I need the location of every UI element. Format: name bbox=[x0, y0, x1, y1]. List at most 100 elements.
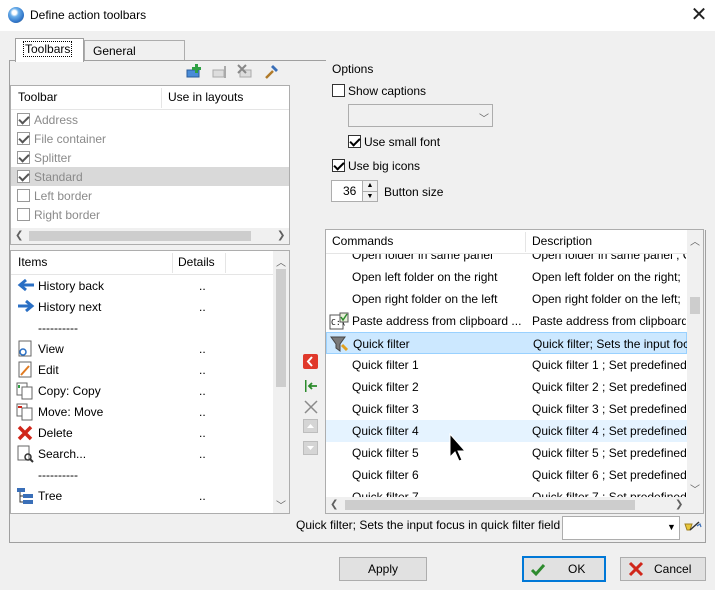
item-row[interactable]: Search..... bbox=[11, 444, 273, 465]
command-description: Quick filter 4 ; Set predefined bbox=[532, 424, 686, 438]
item-label: Edit bbox=[38, 363, 59, 377]
command-row[interactable]: Open right folder on the left Open right … bbox=[326, 288, 687, 310]
command-row[interactable]: Quick filter 4 Quick filter 4 ; Set prede… bbox=[326, 420, 687, 442]
move-down-icon[interactable] bbox=[303, 441, 318, 455]
toolbar-row[interactable]: Standard bbox=[11, 167, 289, 186]
item-details: .. bbox=[199, 405, 206, 419]
command-description: Paste address from clipboard bbox=[532, 314, 686, 328]
spin-up-icon[interactable]: ▲ bbox=[362, 181, 377, 191]
item-row[interactable]: ---------- bbox=[11, 465, 273, 486]
scroll-thumb[interactable] bbox=[345, 500, 635, 510]
command-row[interactable]: Quick filter 3 Quick filter 3 ; Set prede… bbox=[326, 398, 687, 420]
item-row[interactable]: Edit.. bbox=[11, 360, 273, 381]
column-toolbar[interactable]: Toolbar bbox=[18, 90, 57, 104]
item-row[interactable]: History back.. bbox=[11, 276, 273, 297]
column-items[interactable]: Items bbox=[18, 255, 47, 269]
spin-down-icon[interactable]: ▼ bbox=[362, 191, 377, 201]
add-toolbar-icon[interactable] bbox=[186, 64, 202, 80]
toolbar-list-hscrollbar[interactable]: ❮ ❯ bbox=[11, 228, 289, 244]
scroll-thumb[interactable] bbox=[29, 231, 251, 241]
scroll-up-icon[interactable]: ︿ bbox=[276, 254, 286, 269]
scroll-up-icon[interactable]: ︿ bbox=[690, 233, 700, 248]
toolbar-row[interactable]: Left border bbox=[11, 186, 289, 205]
command-row[interactable]: Quick filter Quick filter; Sets the input… bbox=[326, 332, 687, 354]
toolbar-checkbox[interactable] bbox=[17, 208, 30, 221]
scroll-thumb[interactable] bbox=[276, 269, 286, 387]
command-description: Quick filter 7 ; Set predefined bbox=[532, 490, 686, 497]
shortcut-select[interactable]: ▼ bbox=[562, 516, 680, 540]
caption-style-select[interactable]: ﹀ bbox=[348, 104, 493, 127]
show-captions-label: Show captions bbox=[348, 84, 427, 98]
move-up-icon[interactable] bbox=[303, 419, 318, 433]
view-icon bbox=[16, 340, 34, 361]
scroll-down-icon[interactable]: ﹀ bbox=[276, 497, 286, 512]
column-use-in-layouts[interactable]: Use in layouts bbox=[168, 90, 243, 104]
use-big-icons-label: Use big icons bbox=[348, 159, 421, 173]
rename-toolbar-icon[interactable] bbox=[212, 64, 228, 80]
tab-general-options[interactable]: General options bbox=[84, 40, 185, 72]
scroll-right-icon[interactable]: ❯ bbox=[675, 499, 683, 510]
toolbar-checkbox[interactable] bbox=[17, 132, 30, 145]
column-description[interactable]: Description bbox=[532, 234, 592, 248]
command-row[interactable]: Quick filter 1 Quick filter 1 ; Set prede… bbox=[326, 354, 687, 376]
keyboard-wand-icon[interactable] bbox=[684, 520, 702, 536]
command-description: Quick filter 3 ; Set predefined bbox=[532, 402, 686, 416]
toolbar-row[interactable]: Splitter bbox=[11, 148, 289, 167]
scroll-left-icon[interactable]: ❮ bbox=[330, 499, 338, 510]
item-row[interactable]: Move: Move.. bbox=[11, 402, 273, 423]
item-row[interactable]: Delete.. bbox=[11, 423, 273, 444]
column-details[interactable]: Details bbox=[178, 255, 215, 269]
insert-separator-icon[interactable] bbox=[303, 378, 319, 394]
commands-list-hscrollbar[interactable]: ❮ ❯ bbox=[326, 497, 687, 513]
toolbar-checkbox[interactable] bbox=[17, 170, 30, 183]
toolbar-checkbox[interactable] bbox=[17, 113, 30, 126]
use-small-font-checkbox[interactable] bbox=[348, 135, 361, 148]
command-row[interactable]: Open folder in same panel Open folder in … bbox=[326, 254, 687, 266]
toolbar-row[interactable]: Address bbox=[11, 110, 289, 129]
delete-toolbar-icon[interactable] bbox=[237, 64, 253, 80]
commands-list-vscrollbar[interactable]: ︿ ﹀ bbox=[687, 230, 703, 497]
scroll-down-icon[interactable]: ﹀ bbox=[690, 481, 700, 496]
command-label: Quick filter 2 bbox=[352, 380, 419, 394]
toolbar-checkbox[interactable] bbox=[17, 189, 30, 202]
item-label: Move: Move bbox=[38, 405, 104, 419]
command-description: Quick filter 1 ; Set predefined bbox=[532, 358, 686, 372]
hammer-icon[interactable] bbox=[263, 64, 279, 80]
scroll-left-icon[interactable]: ❮ bbox=[15, 230, 23, 241]
button-size-spinner[interactable]: 36 ▲ ▼ bbox=[331, 180, 378, 202]
ok-button[interactable]: OK bbox=[522, 556, 606, 582]
items-list-vscrollbar[interactable]: ︿ ﹀ bbox=[273, 251, 289, 513]
toolbar-row[interactable]: File container bbox=[11, 129, 289, 148]
chevron-down-icon: ﹀ bbox=[479, 114, 489, 125]
apply-button[interactable]: Apply bbox=[339, 557, 427, 581]
command-label: Quick filter 1 bbox=[352, 358, 419, 372]
toolbar-checkbox[interactable] bbox=[17, 151, 30, 164]
command-row[interactable]: Quick filter 2 Quick filter 2 ; Set prede… bbox=[326, 376, 687, 398]
scroll-right-icon[interactable]: ❯ bbox=[277, 230, 285, 241]
command-row[interactable]: Quick filter 7 Quick filter 7 ; Set prede… bbox=[326, 486, 687, 497]
scroll-thumb[interactable] bbox=[690, 297, 700, 314]
item-row[interactable]: Copy: Copy.. bbox=[11, 381, 273, 402]
command-row[interactable]: C:\ Paste address from clipboard ... Paste… bbox=[326, 310, 687, 332]
commands-list-header: Commands Description bbox=[326, 230, 687, 254]
close-icon[interactable]: ✕ bbox=[686, 3, 712, 27]
use-big-icons-checkbox[interactable] bbox=[332, 159, 345, 172]
item-row[interactable]: View.. bbox=[11, 339, 273, 360]
column-commands[interactable]: Commands bbox=[332, 234, 393, 248]
show-captions-checkbox[interactable] bbox=[332, 84, 345, 97]
command-row[interactable]: Quick filter 5 Quick filter 5 ; Set prede… bbox=[326, 442, 687, 464]
button-size-value[interactable]: 36 bbox=[343, 184, 356, 198]
toolbar-row[interactable]: Right border bbox=[11, 205, 289, 224]
arrow-right-icon bbox=[16, 298, 36, 317]
command-row[interactable]: Quick filter 6 Quick filter 6 ; Set prede… bbox=[326, 464, 687, 486]
item-row[interactable]: Tree.. bbox=[11, 486, 273, 507]
add-to-toolbar-icon[interactable] bbox=[303, 354, 318, 369]
command-row[interactable]: Open left folder on the right Open left f… bbox=[326, 266, 687, 288]
item-row[interactable]: History next.. bbox=[11, 297, 273, 318]
tree-icon bbox=[16, 487, 36, 508]
tab-toolbars[interactable]: Toolbars bbox=[15, 38, 84, 62]
item-row[interactable]: ---------- bbox=[11, 318, 273, 339]
remove-item-icon[interactable] bbox=[303, 399, 319, 415]
cancel-button[interactable]: Cancel bbox=[620, 557, 706, 581]
edit-icon bbox=[16, 361, 34, 382]
